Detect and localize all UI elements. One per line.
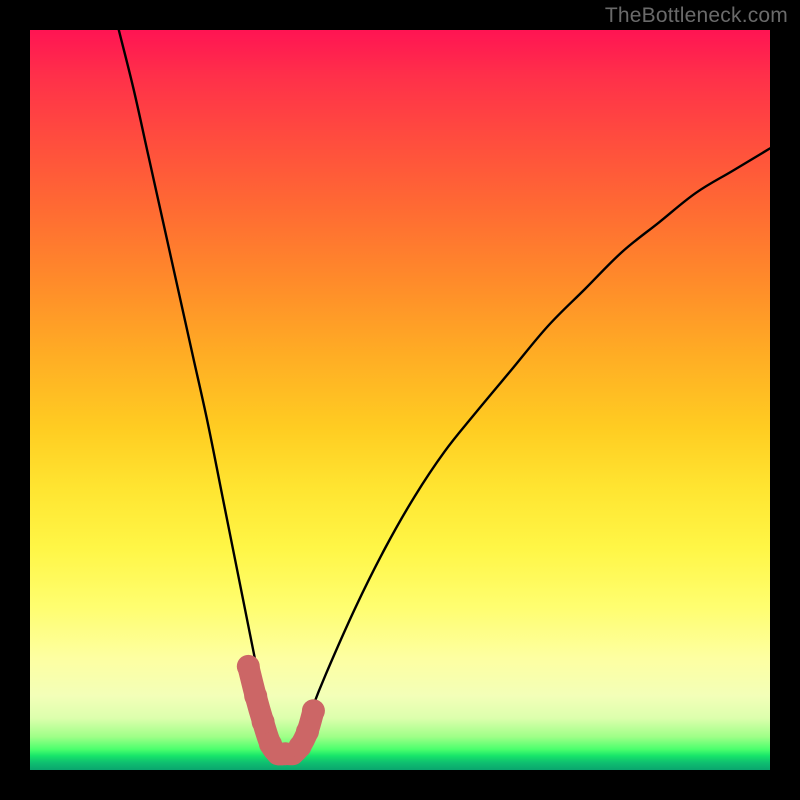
bottom-marker-dot [252,710,275,733]
curve-layer [119,30,770,756]
bottom-marker-dot [244,685,267,708]
bottom-marker-dot [237,655,260,678]
outer-frame: TheBottleneck.com [0,0,800,800]
bottleneck-curve-path [119,30,770,756]
marker-layer [237,655,325,765]
bottom-marker-dot [302,699,325,722]
chart-svg [30,30,770,770]
plot-area [30,30,770,770]
bottom-marker-dot [296,720,319,743]
watermark-text: TheBottleneck.com [605,4,788,28]
